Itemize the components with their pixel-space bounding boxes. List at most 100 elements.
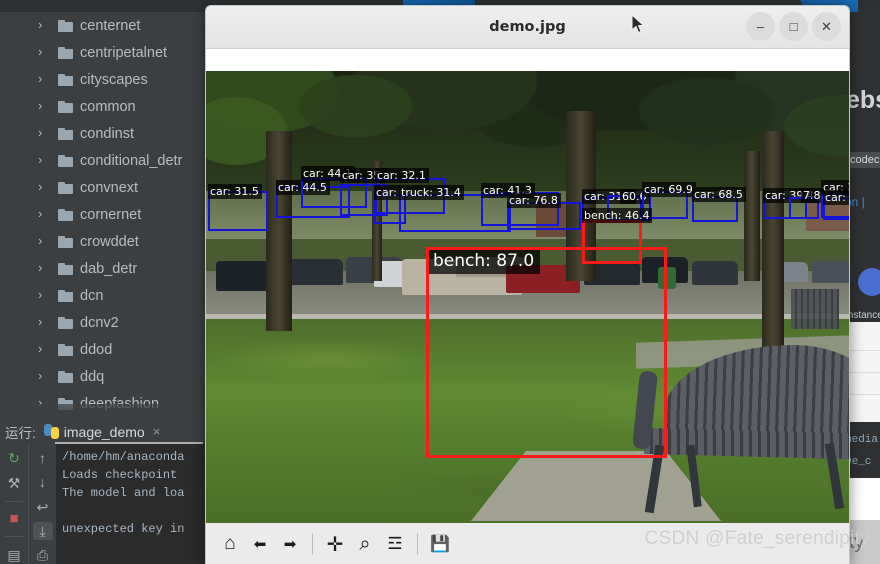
folder-icon [58,73,73,86]
tree-item[interactable]: › dcnv2 [0,309,205,336]
detection-label: car: 68.5 [692,187,746,202]
folder-icon [58,181,73,194]
stop-icon[interactable]: ■ [4,510,24,529]
zoom-icon[interactable]: ⌕ [351,530,379,558]
rerun-icon[interactable]: ↻ [4,449,24,468]
tree-item-label: dcn [80,287,104,304]
chevron-right-icon[interactable]: › [38,315,52,328]
scene-car [692,261,738,285]
tree-item-label: crowddet [80,233,139,250]
print-icon[interactable]: ⎙ [33,546,53,564]
project-tree[interactable]: › centernet › centripetalnet › cityscapes ›… [0,12,205,420]
background-heading-fragment: ebs [846,86,880,114]
divider [312,533,313,555]
forward-arrow-icon[interactable]: ➡ [276,530,304,558]
tree-item[interactable]: › conditional_detr [0,147,205,174]
tree-item[interactable]: › dcn [0,282,205,309]
run-console-output[interactable]: /home/hm/anaconda Loads checkpoint The m… [56,444,205,564]
folder-icon [58,100,73,113]
chevron-right-icon[interactable]: › [38,261,52,274]
background-white-panel-2 [845,478,880,520]
python-file-icon [43,424,59,439]
tree-item[interactable]: › cornernet [0,201,205,228]
divider [5,500,23,502]
mouse-cursor [631,14,645,34]
chevron-right-icon[interactable]: › [38,18,52,31]
tree-item[interactable]: › convnext [0,174,205,201]
tree-item[interactable]: › common [0,93,205,120]
background-instance-fragment: Instance [845,310,880,321]
scene-car [812,261,849,283]
divider [845,372,880,373]
chevron-right-icon[interactable]: › [38,72,52,85]
chevron-right-icon[interactable]: › [38,99,52,112]
save-icon[interactable]: 💾 [426,530,454,558]
close-icon[interactable]: × [153,424,161,439]
down-arrow-icon[interactable]: ↓ [33,473,53,491]
chevron-right-icon[interactable]: › [38,207,52,220]
up-arrow-icon[interactable]: ↑ [33,449,53,467]
tree-fade [0,404,205,420]
configure-subplots-icon[interactable]: ☲ [381,530,409,558]
divider [5,536,23,538]
window-title: demo.jpg [489,19,566,35]
chevron-right-icon[interactable]: › [38,45,52,58]
divider [845,394,880,395]
scene-tree-trunk [266,131,292,331]
minimize-button[interactable]: – [746,12,775,41]
tree-item-label: dcnv2 [80,314,119,331]
chevron-right-icon[interactable]: › [38,234,52,247]
tree-item-label: centripetalnet [80,44,168,61]
tree-item-label: cityscapes [80,71,148,88]
tree-item[interactable]: › crowddet [0,228,205,255]
figure-margin-top [206,49,849,71]
detection-label: car: 44.5 [276,180,330,195]
tree-item[interactable]: › dab_detr [0,255,205,282]
console-line: Loads checkpoint [62,468,178,482]
detection-label: car: [374,185,400,200]
detection-label: car: 31.5 [208,184,262,199]
scene-background-bench [791,289,839,329]
chevron-right-icon[interactable]: › [38,288,52,301]
pan-icon[interactable]: ✛ [321,530,349,558]
tree-item-label: dab_detr [80,260,138,277]
chevron-right-icon[interactable]: › [38,126,52,139]
detection-image-canvas[interactable]: car: 31.5 car: 44.5 car: 44.1 car: 35. car: … [206,71,849,523]
chevron-right-icon[interactable]: › [38,342,52,355]
back-arrow-icon[interactable]: ⬅ [246,530,274,558]
console-line: The model and loa [62,486,185,500]
detection-label: truck: 31.4 [399,185,464,200]
settings-wrench-icon[interactable]: ⚒ [4,474,24,493]
tree-item[interactable]: › condinst [0,120,205,147]
tree-item[interactable]: › ddod [0,336,205,363]
chevron-right-icon[interactable]: › [38,153,52,166]
chevron-right-icon[interactable]: › [38,180,52,193]
folder-icon [58,235,73,248]
tree-item-label: common [80,98,136,115]
layout-icon[interactable]: ▤ [4,545,24,564]
tree-item-label: cornernet [80,206,142,223]
close-button[interactable]: ✕ [812,12,841,41]
folder-icon [58,262,73,275]
tree-item[interactable]: › centripetalnet [0,39,205,66]
home-icon[interactable]: ⌂ [216,530,244,558]
background-tag-fragment: codec [846,152,880,168]
soft-wrap-icon[interactable]: ↩ [33,497,53,515]
tree-item-label: ddq [80,368,105,385]
scroll-to-end-icon[interactable]: ⤓ [32,521,53,540]
run-config-tab[interactable]: image_demo [64,424,145,440]
maximize-button[interactable]: □ [779,12,808,41]
tree-item[interactable]: › ddq [0,363,205,390]
chevron-right-icon[interactable]: › [38,369,52,382]
detection-label: car: 50 [823,190,849,205]
tree-item[interactable]: › centernet [0,12,205,39]
image-viewer-window: demo.jpg – □ ✕ car: 31.5 car: 44.5 car: … [205,5,850,564]
folder-icon [58,154,73,167]
run-console-area: ↻ ⚒ ■ ▤ ↑ ↓ ↩ ⤓ ⎙ /home/hm/anaconda Load… [0,444,205,564]
run-right-action-bar: ↑ ↓ ↩ ⤓ ⎙ [28,444,56,564]
window-titlebar[interactable]: demo.jpg – □ ✕ [206,6,849,49]
detection-label: bench: 87.0 [429,250,541,274]
tree-item[interactable]: › cityscapes [0,66,205,93]
console-line: unexpected key in [62,522,185,536]
